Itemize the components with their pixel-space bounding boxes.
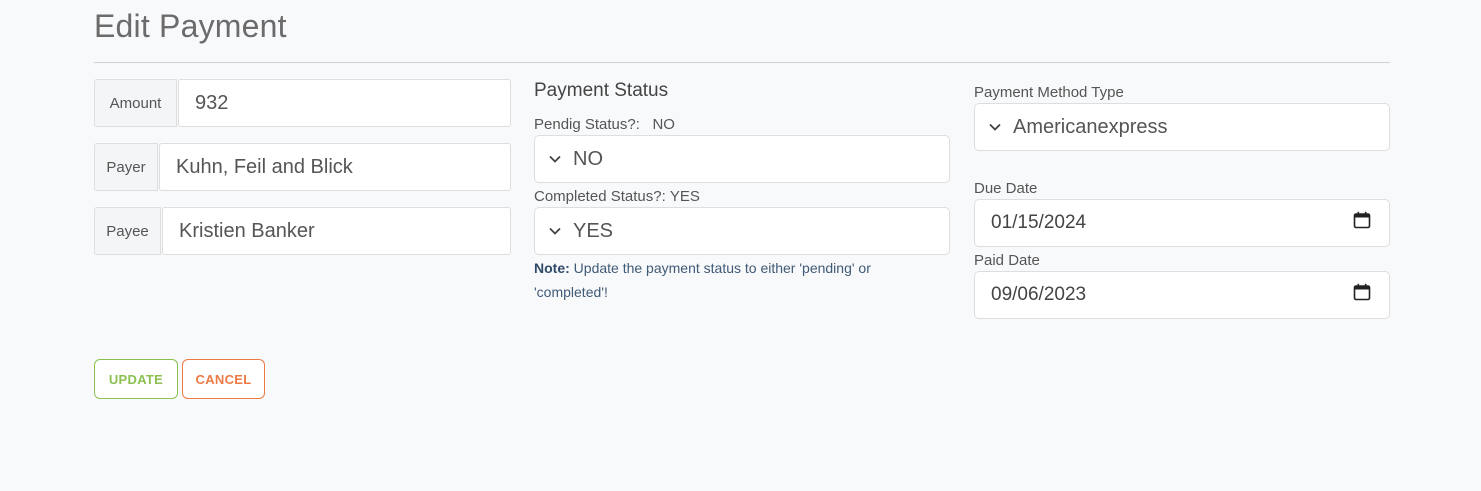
payee-label: Payee [94, 207, 161, 255]
pending-status-select[interactable]: NO [534, 135, 950, 183]
payment-status-title: Payment Status [534, 80, 669, 101]
completed-status-value: YES [669, 188, 700, 205]
paid-date-value: 09/06/2023 [991, 284, 1087, 305]
pending-status-value: NO [652, 116, 675, 133]
calendar-icon[interactable] [1353, 211, 1371, 235]
chevron-down-icon [549, 152, 563, 166]
chevron-down-icon [989, 120, 1003, 134]
paid-date-input[interactable]: 09/06/2023 [974, 271, 1390, 319]
payment-method-label: Payment Method Type [974, 84, 1124, 101]
payer-label: Payer [94, 143, 158, 191]
amount-input[interactable]: 932 [178, 79, 511, 127]
calendar-icon[interactable] [1353, 283, 1371, 307]
paid-date-label: Paid Date [974, 252, 1040, 269]
due-date-label: Due Date [974, 180, 1038, 197]
payment-method-select[interactable]: Americanexpress [974, 103, 1390, 151]
note-prefix: Note: [534, 260, 570, 276]
payer-group: Payer Kuhn, Feil and Blick [94, 143, 511, 191]
payee-input[interactable]: Kristien Banker [162, 207, 511, 255]
amount-group: Amount 932 [94, 79, 511, 127]
note-text: Update the payment status to either 'pen… [534, 260, 871, 300]
payment-method-selected: Americanexpress [1013, 115, 1168, 138]
page-title: Edit Payment [94, 8, 287, 44]
chevron-down-icon [549, 224, 563, 238]
due-date-value: 01/15/2024 [991, 212, 1087, 233]
completed-status-select[interactable]: YES [534, 207, 950, 255]
completed-status-selected: YES [573, 219, 614, 242]
payer-input[interactable]: Kuhn, Feil and Blick [159, 143, 511, 191]
payee-group: Payee Kristien Banker [94, 207, 511, 255]
amount-label: Amount [94, 79, 177, 127]
completed-status-label: Completed Status?: YES [534, 188, 700, 205]
status-note: Note: Update the payment status to eithe… [534, 256, 904, 304]
update-button[interactable]: UPDATE [94, 359, 178, 399]
pending-status-label: Pendig Status?: NO [534, 116, 675, 133]
pending-status-selected: NO [573, 147, 603, 170]
due-date-input[interactable]: 01/15/2024 [974, 199, 1390, 247]
cancel-button[interactable]: CANCEL [182, 359, 265, 399]
title-divider [94, 62, 1390, 63]
